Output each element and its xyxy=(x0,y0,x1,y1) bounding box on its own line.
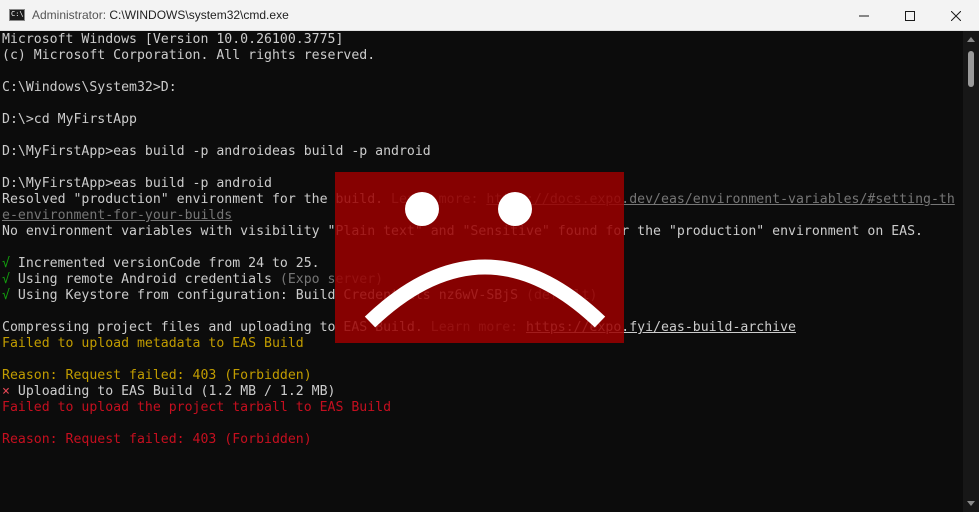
console-segment: √ xyxy=(2,256,10,271)
cmd-app-icon[interactable]: C:\ xyxy=(9,9,25,21)
console-segment: (c) Microsoft Corporation. All rights re… xyxy=(2,48,376,63)
console-segment: Incremented versionCode from 24 to 25. xyxy=(9,256,320,271)
console-link[interactable]: e-environment-for-your-builds xyxy=(2,208,232,223)
console-segment: Failed to upload the project tarball to … xyxy=(2,400,392,415)
close-button[interactable] xyxy=(933,0,979,31)
console-line: √ Incremented versionCode from 24 to 25. xyxy=(2,256,320,272)
vertical-scrollbar[interactable] xyxy=(963,31,979,512)
sad-face-icon xyxy=(364,192,606,328)
console-segment: Microsoft Windows [Version 10.0.26100.37… xyxy=(2,32,344,47)
console-line: C:\Windows\System32>D: xyxy=(2,80,177,96)
title-bar[interactable]: C:\ Administrator: C:\WINDOWS\system32\c… xyxy=(0,0,979,31)
scroll-thumb[interactable] xyxy=(968,51,974,87)
console-segment: Reason: Request failed: 403 (Forbidden) xyxy=(2,368,312,383)
console-line: (c) Microsoft Corporation. All rights re… xyxy=(2,48,375,64)
console-segment: √ xyxy=(2,272,10,287)
console-segment: C:\Windows\System32>D: xyxy=(2,80,177,95)
console-segment: D:\>cd MyFirstApp xyxy=(2,112,137,127)
console-segment: D:\MyFirstApp>eas build -p android xyxy=(2,176,272,191)
console-segment: √ xyxy=(2,288,10,303)
console-line: D:\MyFirstApp>eas build -p android xyxy=(2,176,272,192)
window-title-path: C:\WINDOWS\system32\cmd.exe xyxy=(109,8,289,22)
console-segment: Failed to upload metadata to EAS Build xyxy=(2,336,304,351)
console-line: D:\MyFirstApp>eas build -p androideas bu… xyxy=(2,144,431,160)
console-line: e-environment-for-your-builds xyxy=(2,208,232,224)
scroll-down-arrow-icon[interactable] xyxy=(967,501,975,506)
console-line: √ Using remote Android credentials (Expo… xyxy=(2,272,383,288)
minimize-button[interactable] xyxy=(841,0,887,31)
error-overlay xyxy=(335,172,624,343)
console-segment: Resolved "production" environment for th… xyxy=(2,192,392,207)
window-title-admin: Administrator: xyxy=(32,8,107,22)
console-segment: Uploading to EAS Build (1.2 MB / 1.2 MB) xyxy=(9,384,336,399)
minimize-icon xyxy=(859,15,869,16)
close-icon xyxy=(951,10,961,21)
console-segment: Reason: Request failed: 403 (Forbidden) xyxy=(2,432,312,447)
window-title: Administrator: C:\WINDOWS\system32\cmd.e… xyxy=(32,8,289,22)
maximize-icon xyxy=(905,10,915,21)
console-line: D:\>cd MyFirstApp xyxy=(2,112,137,128)
console-line: Microsoft Windows [Version 10.0.26100.37… xyxy=(2,32,343,48)
cmd-app-icon-text: C:\ xyxy=(11,10,24,18)
maximize-button[interactable] xyxy=(887,0,933,31)
console-line: Reason: Request failed: 403 (Forbidden) xyxy=(2,432,312,448)
console-segment: D:\MyFirstApp>eas build -p androideas bu… xyxy=(2,144,431,159)
console-line: × Uploading to EAS Build (1.2 MB / 1.2 M… xyxy=(2,384,335,400)
scroll-up-arrow-icon[interactable] xyxy=(967,37,975,42)
console-line: Reason: Request failed: 403 (Forbidden) xyxy=(2,368,312,384)
console-segment: × xyxy=(2,384,10,399)
console-line: Failed to upload metadata to EAS Build xyxy=(2,336,304,352)
window-controls xyxy=(841,0,979,31)
console-line: Failed to upload the project tarball to … xyxy=(2,400,391,416)
console-segment: Using remote Android credentials xyxy=(9,272,280,287)
